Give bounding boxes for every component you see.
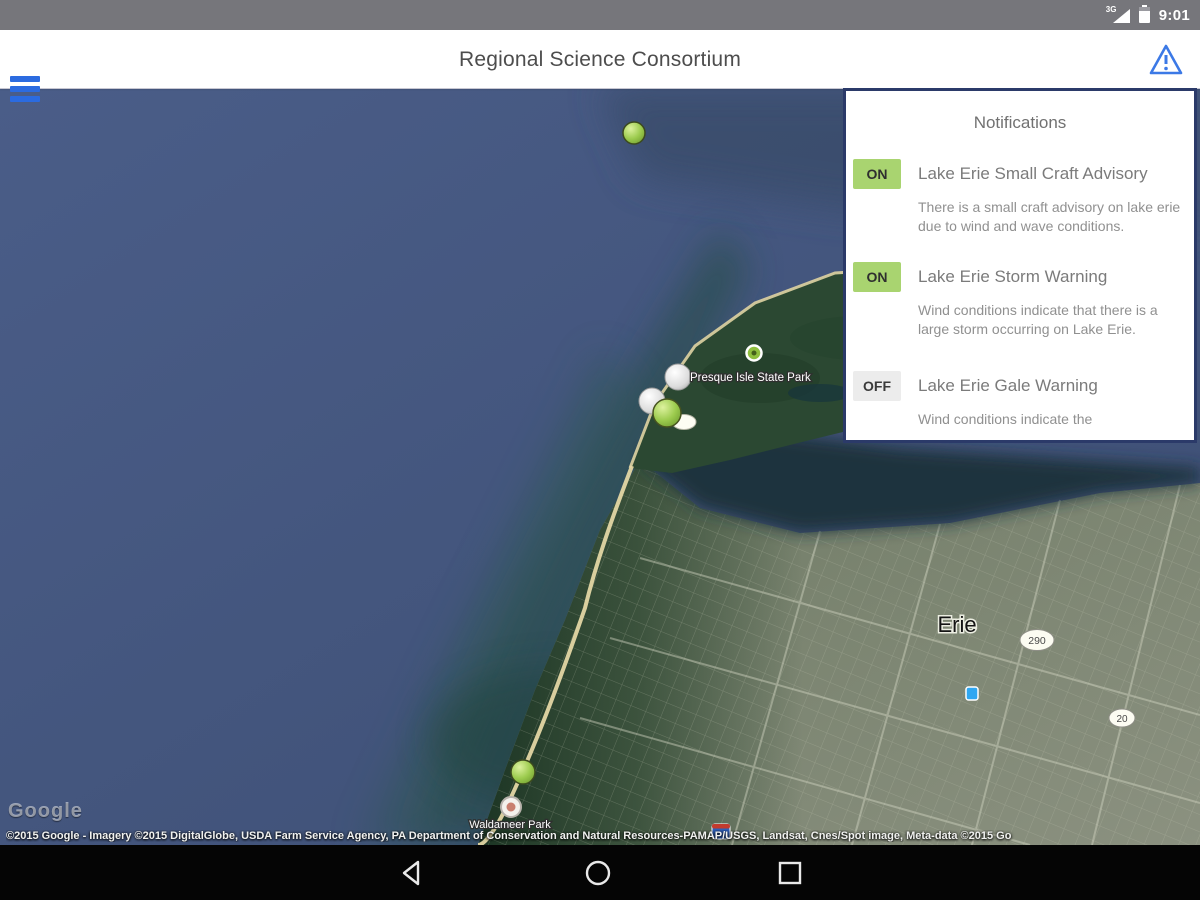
notification-title: Lake Erie Small Craft Advisory xyxy=(918,164,1148,183)
home-icon xyxy=(585,860,611,886)
transit-poi-icon[interactable] xyxy=(965,686,979,701)
map-attribution: ©2015 Google - Imagery ©2015 DigitalGlob… xyxy=(6,830,1012,842)
home-button[interactable] xyxy=(582,857,614,889)
cellular-signal-icon: 3G xyxy=(1106,5,1130,23)
svg-text:290: 290 xyxy=(1028,635,1046,647)
notification-description: There is a small craft advisory on lake … xyxy=(918,199,1181,234)
route-shield-20: 20 xyxy=(1108,708,1136,728)
notifications-panel-title: Notifications xyxy=(973,113,1067,132)
android-navigation-bar xyxy=(0,845,1200,900)
recent-apps-button[interactable] xyxy=(774,857,806,889)
recents-icon xyxy=(778,861,802,885)
app-header: Regional Science Consortium xyxy=(0,30,1200,102)
notification-title: Lake Erie Gale Warning xyxy=(918,376,1098,395)
notification-row-small-craft: ON Lake Erie Small Craft Advisory xyxy=(853,159,1194,189)
station-marker-ringed-dot[interactable] xyxy=(745,344,763,362)
waldameer-poi-icon[interactable] xyxy=(500,796,522,818)
notification-row-gale-warning: OFF Lake Erie Gale Warning xyxy=(853,371,1194,401)
battery-icon xyxy=(1138,5,1150,23)
status-clock: 9:01 xyxy=(1158,6,1190,24)
notification-description: Wind conditions indicate the xyxy=(918,411,1093,427)
alerts-button[interactable] xyxy=(1146,40,1186,80)
toggle-storm-warning[interactable]: ON xyxy=(853,262,901,292)
station-marker-green-offshore[interactable] xyxy=(622,121,646,145)
notification-description: Wind conditions indicate that there is a… xyxy=(918,302,1158,337)
notifications-panel: Notifications ON Lake Erie Small Craft A… xyxy=(843,88,1197,443)
station-marker-green-park[interactable] xyxy=(652,398,682,428)
notification-title: Lake Erie Storm Warning xyxy=(918,267,1108,286)
toggle-gale-warning[interactable]: OFF xyxy=(853,371,901,401)
station-marker-green-shore[interactable] xyxy=(510,759,536,785)
svg-text:20: 20 xyxy=(1116,714,1128,725)
warning-triangle-icon xyxy=(1149,44,1183,75)
status-bar: 3G 9:01 xyxy=(0,0,1200,30)
toggle-small-craft-advisory[interactable]: ON xyxy=(853,159,901,189)
city-label-erie: Erie xyxy=(937,612,976,637)
station-marker-white-1[interactable] xyxy=(664,363,692,391)
page-title: Regional Science Consortium xyxy=(458,48,742,71)
back-button[interactable] xyxy=(396,857,428,889)
notification-row-storm-warning: ON Lake Erie Storm Warning xyxy=(853,262,1194,292)
back-icon xyxy=(402,860,420,886)
google-watermark: Google xyxy=(8,800,83,822)
park-label: Presque Isle State Park xyxy=(690,372,811,384)
route-shield-290: 290 xyxy=(1019,629,1055,651)
